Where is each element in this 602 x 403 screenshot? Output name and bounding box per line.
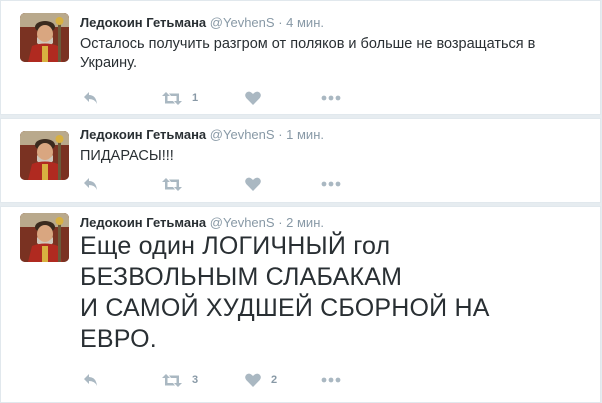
- tweet-time[interactable]: 1 мин.: [286, 127, 324, 142]
- heart-icon: [245, 91, 261, 105]
- tweet-text: Осталось получить разгром от поляков и б…: [80, 35, 588, 73]
- heart-icon: [245, 177, 261, 191]
- like-count: 2: [271, 374, 278, 386]
- tweet-actions: 3 2: [80, 372, 380, 388]
- tweet-actions: 1: [80, 90, 380, 106]
- more-button[interactable]: [321, 372, 341, 388]
- retweet-icon: [162, 91, 182, 105]
- more-button[interactable]: [321, 176, 341, 192]
- tweet-time[interactable]: 2 мин.: [286, 215, 324, 230]
- tweet-text-line: БЕЗВОЛЬНЫМ СЛАБАКАМ: [80, 263, 403, 291]
- tweet-card[interactable]: Ледокоин Гетьмана @YevhenS · 4 мин. Оста…: [0, 0, 601, 115]
- author-handle[interactable]: @YevhenS: [210, 127, 275, 142]
- tweet-text: ПИДАРАСЫ!!!: [80, 147, 588, 166]
- author-handle[interactable]: @YevhenS: [210, 15, 275, 30]
- retweet-count: 1: [192, 92, 199, 104]
- author-name[interactable]: Ледокоин Гетьмана: [80, 215, 206, 230]
- more-icon: [321, 95, 341, 101]
- more-button[interactable]: [321, 90, 341, 106]
- avatar[interactable]: [20, 13, 69, 62]
- separator-dot: ·: [278, 15, 283, 30]
- more-icon: [321, 181, 341, 187]
- reply-button[interactable]: [83, 372, 99, 388]
- reply-icon: [84, 374, 97, 386]
- like-button[interactable]: 2: [245, 372, 277, 388]
- tweet-text-line: Украину.: [80, 55, 137, 71]
- retweet-count: 3: [192, 374, 199, 386]
- tweet-header: Ледокоин Гетьмана @YevhenS · 4 мин.: [80, 15, 324, 30]
- tweet-text: Еще один ЛОГИЧНЫЙ гол БЕЗВОЛЬНЫМ СЛАБАКА…: [80, 231, 588, 355]
- retweet-button[interactable]: 1: [162, 90, 198, 106]
- tweet-header: Ледокоин Гетьмана @YevhenS · 1 мин.: [80, 127, 324, 142]
- like-button[interactable]: [245, 90, 271, 106]
- reply-button[interactable]: [83, 176, 99, 192]
- tweet-text-line: И САМОЙ ХУДШЕЙ СБОРНОЙ НА: [80, 294, 490, 322]
- retweet-button[interactable]: 3: [162, 372, 198, 388]
- tweet-text-line: ЕВРО.: [80, 325, 157, 353]
- tweet-text-line: ПИДАРАСЫ!!!: [80, 148, 174, 164]
- retweet-icon: [162, 177, 182, 191]
- reply-button[interactable]: [83, 90, 99, 106]
- tweet-card[interactable]: Ледокоин Гетьмана @YevhenS · 2 мин. Еще …: [0, 206, 601, 403]
- reply-icon: [84, 92, 97, 104]
- tweet-text-line: Еще один ЛОГИЧНЫЙ гол: [80, 232, 391, 260]
- author-handle[interactable]: @YevhenS: [210, 215, 275, 230]
- separator-dot: ·: [278, 215, 283, 230]
- tweet-actions: [80, 176, 380, 192]
- retweet-button[interactable]: [162, 176, 192, 192]
- like-button[interactable]: [245, 176, 271, 192]
- tweet-card[interactable]: Ледокоин Гетьмана @YevhenS · 1 мин. ПИДА…: [0, 118, 601, 203]
- retweet-icon: [162, 373, 182, 387]
- author-name[interactable]: Ледокоин Гетьмана: [80, 15, 206, 30]
- avatar[interactable]: [20, 213, 69, 262]
- tweet-text-line: Осталось получить разгром от поляков и б…: [80, 36, 536, 52]
- heart-icon: [245, 373, 261, 387]
- reply-icon: [84, 178, 97, 190]
- separator-dot: ·: [278, 127, 283, 142]
- tweet-time[interactable]: 4 мин.: [286, 15, 324, 30]
- more-icon: [321, 377, 341, 383]
- tweet-header: Ледокоин Гетьмана @YevhenS · 2 мин.: [80, 215, 324, 230]
- avatar[interactable]: [20, 131, 69, 180]
- author-name[interactable]: Ледокоин Гетьмана: [80, 127, 206, 142]
